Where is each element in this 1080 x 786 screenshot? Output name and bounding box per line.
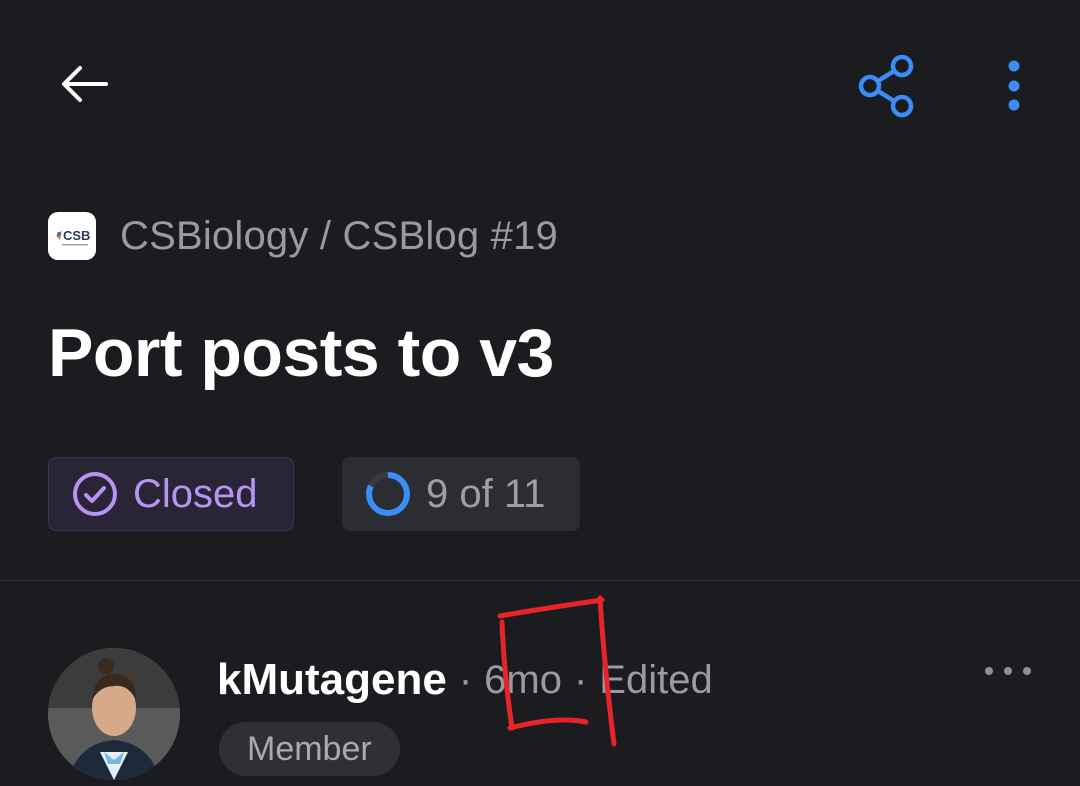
kebab-horizontal-icon xyxy=(985,667,1031,675)
state-label: Closed xyxy=(133,471,258,516)
state-badge[interactable]: Closed xyxy=(48,457,294,531)
breadcrumb-text[interactable]: CSBiology / CSBlog #19 xyxy=(120,214,558,259)
check-circle-icon xyxy=(73,472,117,516)
meta-separator: · xyxy=(573,657,588,702)
avatar[interactable] xyxy=(48,648,180,780)
back-button[interactable] xyxy=(56,60,112,108)
repo-logo-text: CSB xyxy=(63,228,90,243)
tasks-progress-badge[interactable]: 9 of 11 xyxy=(342,457,580,531)
share-icon xyxy=(858,54,914,118)
repo-logo: CSB xyxy=(48,212,96,260)
more-options-button[interactable] xyxy=(996,54,1032,118)
meta-separator: · xyxy=(458,657,473,702)
kebab-vertical-icon xyxy=(1008,60,1020,111)
progress-ring-icon xyxy=(366,472,410,516)
share-button[interactable] xyxy=(856,54,916,118)
breadcrumb[interactable]: CSB CSBiology / CSBlog #19 xyxy=(48,211,558,261)
progress-label: 9 of 11 xyxy=(426,471,546,516)
author-name[interactable]: kMutagene xyxy=(217,655,447,705)
comment-meta: kMutagene · 6mo · Edited xyxy=(217,652,713,708)
issue-page: CSB CSBiology / CSBlog #19 Port posts to… xyxy=(0,0,1080,786)
comment-options-button[interactable] xyxy=(980,654,1036,688)
arrow-left-icon xyxy=(62,66,108,102)
divider xyxy=(0,580,1080,581)
edited-label[interactable]: Edited xyxy=(599,658,712,703)
role-badge: Member xyxy=(219,722,400,776)
comment-time: 6mo xyxy=(484,657,562,702)
issue-title: Port posts to v3 xyxy=(48,315,554,391)
